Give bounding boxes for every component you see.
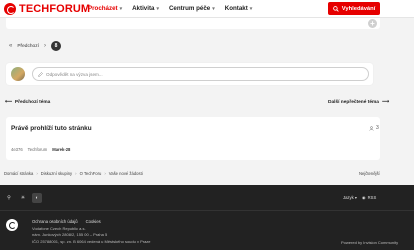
viewer-name[interactable]: Marek-28 — [52, 147, 70, 152]
sun-icon[interactable]: ☀ — [18, 193, 28, 203]
viewing-card: Právě prohlíží tuto stránku 3 4e376 Tech… — [6, 117, 380, 160]
chevron-right-icon: › — [75, 171, 77, 176]
powered-by[interactable]: Powered by Invision Community — [341, 240, 398, 245]
help-link[interactable]: Nejčtenější — [359, 171, 380, 176]
reply-placeholder: Odpovědět na výzva jsem... — [46, 71, 103, 77]
nav-item-prochazet[interactable]: Procházet ▾ — [88, 5, 122, 12]
edit-icon — [38, 71, 43, 77]
search-button[interactable]: Vyhledávání — [328, 2, 380, 15]
chevron-down-icon: ▾ — [212, 6, 215, 12]
chevron-down-icon: ▾ — [156, 6, 159, 12]
pagination: « Předchozí › 8 — [9, 41, 61, 51]
brand-logo-icon[interactable] — [4, 3, 16, 15]
viewer-name[interactable]: 4e376 — [11, 147, 23, 152]
breadcrumb-item[interactable]: Diskuzní skupiny — [41, 171, 72, 176]
viewer-count: 3 — [369, 125, 379, 131]
chevron-right-icon: › — [104, 171, 106, 176]
footer-logo-icon[interactable] — [6, 219, 18, 231]
chevron-down-icon: ▾ — [119, 6, 123, 12]
next-topic-label: Další nepřečtené téma — [328, 100, 379, 105]
rss-link[interactable]: ◉ RSS — [362, 195, 376, 200]
user-icon — [369, 125, 374, 131]
chevron-right-icon: › — [36, 171, 38, 176]
contrast-icon[interactable]: ◐ — [32, 193, 42, 203]
pagination-current-page[interactable]: 8 — [50, 41, 61, 51]
nav-item-kontakt[interactable]: Kontakt ▾ — [225, 5, 253, 12]
cookies-link[interactable]: Cookies — [86, 219, 101, 224]
search-button-label: Vyhledávání — [341, 5, 376, 12]
nav-item-aktivita[interactable]: Aktivita ▾ — [132, 5, 159, 12]
chevron-right-icon[interactable]: › — [44, 43, 46, 49]
plus-icon[interactable]: + — [368, 19, 377, 28]
brand-name[interactable]: TECHFORUM — [19, 3, 90, 15]
location-icon[interactable]: ⚲ — [4, 193, 14, 203]
company-address: Vodafone Czech Republic a.s. nám. Junkov… — [32, 226, 151, 245]
privacy-link[interactable]: Ochrana osobních údajů — [32, 219, 78, 224]
viewer-list: 4e376 Techforum Marek-28 — [11, 147, 70, 152]
site-header: TECHFORUM Procházet ▾ Aktivita ▾ Centrum p… — [0, 0, 414, 18]
chevron-down-icon: ▾ — [249, 6, 253, 12]
breadcrumb-item[interactable]: Domácí stránka — [4, 171, 33, 176]
arrow-left-icon: ⟵ — [5, 100, 12, 105]
footer-divider — [0, 210, 414, 211]
language-selector[interactable]: Jazyk ▾ — [343, 195, 357, 200]
chevron-left-icon[interactable]: « — [9, 43, 12, 49]
rss-icon: ◉ — [362, 195, 366, 200]
previous-topic-link[interactable]: ⟵ Předchozí téma — [5, 100, 50, 105]
address-line: IČO 25788001, sp. zn. B 6064 vedená u Mě… — [32, 238, 151, 244]
reply-card: Odpovědět na výzva jsem... — [6, 63, 373, 85]
breadcrumb-item[interactable]: O TechForu — [80, 171, 102, 176]
theme-switcher: ⚲ ☀ ◐ — [4, 193, 42, 203]
footer-links: Ochrana osobních údajů Cookies — [32, 219, 101, 224]
viewer-name[interactable]: Techforum — [28, 147, 48, 152]
arrow-right-icon: ⟶ — [381, 100, 389, 105]
breadcrumb: Domácí stránka › Diskuzní skupiny › O Te… — [4, 171, 143, 176]
avatar[interactable] — [11, 67, 25, 81]
search-icon — [332, 5, 339, 12]
reply-input[interactable]: Odpovědět na výzva jsem... — [32, 67, 369, 81]
main-nav: Procházet ▾ Aktivita ▾ Centrum péče ▾ Konta… — [88, 5, 252, 12]
next-topic-link[interactable]: Další nepřečtené téma ⟶ — [328, 100, 389, 105]
site-footer: ⚲ ☀ ◐ Jazyk ▾ ◉ RSS Ochrana osobních údaj… — [0, 185, 414, 250]
previous-topic-label: Předchozí téma — [14, 100, 51, 105]
viewing-title: Právě prohlíží tuto stránku — [11, 125, 92, 132]
post-card-bottom — [6, 18, 380, 29]
pagination-prev[interactable]: Předchozí — [17, 44, 39, 49]
viewer-count-value: 3 — [376, 125, 379, 131]
breadcrumb-item[interactable]: Vaše nové žádosti — [109, 171, 143, 176]
nav-item-centrum-pece[interactable]: Centrum péče ▾ — [169, 5, 215, 12]
